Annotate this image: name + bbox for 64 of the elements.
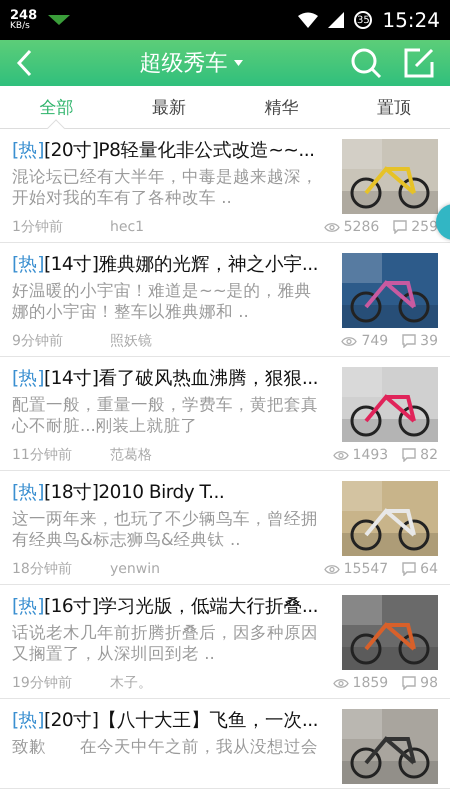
comment-icon	[402, 334, 416, 348]
post-summary: 配置一般，重量一般，学费车，黄把套真心不耐脏...刚装上就脏了	[12, 394, 319, 437]
post-title: [14寸]雅典娜的光辉，神之小宇...	[44, 254, 318, 275]
comment-count: 39	[420, 333, 438, 349]
eye-icon	[324, 564, 340, 574]
post-author: 照妖镜	[110, 332, 152, 350]
view-count: 1859	[352, 675, 388, 691]
tab[interactable]: 最新	[112, 86, 225, 128]
comment-icon	[402, 448, 416, 462]
caret-icon	[234, 60, 242, 66]
speed-unit: KB/s	[10, 22, 31, 31]
view-count: 749	[361, 333, 388, 349]
clock: 15:24	[382, 8, 440, 32]
view-count: 15547	[344, 561, 388, 577]
post-summary: 混论坛已经有大半年，中毒是越来越深，开始对我的车有了各种改车 ..	[12, 166, 319, 209]
comment-count: 259	[411, 219, 438, 235]
comment-count: 64	[420, 561, 438, 577]
comment-icon	[393, 220, 408, 234]
eye-icon	[332, 678, 349, 688]
post-summary: 话说老木几年前折腾折叠后，因多种原因又搁置了，从深圳回到老 ..	[12, 622, 319, 665]
post-row[interactable]: [热][14寸]看了破风热血沸腾，狠狠... 配置一般，重量一般，学费车，黄把套真心不耐脏...刚装上就脏了 11分钟前 范葛格 1493 82	[0, 357, 450, 471]
comment-count: 82	[420, 447, 438, 463]
post-author: 范葛格	[110, 446, 152, 464]
hot-tag: [热]	[12, 254, 44, 275]
post-title: [18寸]2010 Birdy T...	[44, 482, 224, 503]
post-time: 1分钟前	[12, 218, 64, 236]
post-title: [20寸]【八十大王】飞鱼，一次...	[44, 710, 318, 731]
post-time: 18分钟前	[12, 560, 73, 578]
eye-icon	[324, 222, 340, 232]
hot-tag: [热]	[12, 140, 44, 161]
comment-icon	[402, 676, 416, 690]
post-summary: 致歉 在今天中午之前，我从没想过会	[12, 736, 319, 758]
hot-tag: [热]	[12, 710, 44, 731]
post-author: yenwin	[110, 561, 160, 577]
tab[interactable]: 精华	[225, 86, 338, 128]
comment-icon	[402, 562, 416, 576]
post-time: 19分钟前	[12, 674, 73, 692]
post-summary: 这一两年来，也玩了不少辆鸟车，曾经拥有经典鸟&标志狮鸟&经典钛 ..	[12, 508, 319, 551]
post-row[interactable]: [热][14寸]雅典娜的光辉，神之小宇... 好温暖的小宇宙！难道是~~是的，雅典娜的小宇宙！整车以雅典娜和 .. 9分钟前 照妖镜 749 39	[0, 243, 450, 357]
post-row[interactable]: [热][20寸]【八十大王】飞鱼，一次... 致歉 在今天中午之前，我从没想过会	[0, 699, 450, 789]
hot-tag: [热]	[12, 482, 44, 503]
wifi-icon	[298, 12, 318, 28]
post-title: [20寸]P8轻量化非公式改造~~...	[44, 140, 314, 161]
post-row[interactable]: [热][18寸]2010 Birdy T... 这一两年来，也玩了不少辆鸟车，曾经拥有经典鸟&标志狮鸟&经典钛 .. 18分钟前 yenwin 15547 64	[0, 471, 450, 585]
tab[interactable]: 置顶	[338, 86, 450, 128]
post-summary: 好温暖的小宇宙！难道是~~是的，雅典娜的小宇宙！整车以雅典娜和 ..	[12, 280, 313, 323]
network-speed: 248	[10, 9, 38, 22]
eye-icon	[332, 450, 349, 460]
hot-tag: [热]	[12, 596, 44, 617]
hot-tag: [热]	[12, 368, 44, 389]
view-count: 5286	[344, 219, 380, 235]
post-author: hec1	[110, 219, 144, 235]
post-title: [16寸]学习光版，低端大行折叠...	[44, 596, 318, 617]
post-time: 9分钟前	[12, 332, 64, 350]
signal-icon	[328, 12, 344, 28]
battery-level: 35	[354, 11, 372, 29]
post-author: 木子。	[110, 674, 152, 692]
comment-count: 98	[420, 675, 438, 691]
view-count: 1493	[352, 447, 388, 463]
eye-icon	[341, 336, 358, 346]
post-time: 11分钟前	[12, 446, 73, 464]
post-row[interactable]: [热][16寸]学习光版，低端大行折叠... 话说老木几年前折腾折叠后，因多种原因又搁置了，从深圳回到老 .. 19分钟前 木子。 1859 98	[0, 585, 450, 699]
post-title: [14寸]看了破风热血沸腾，狠狠...	[44, 368, 318, 389]
post-row[interactable]: [热][20寸]P8轻量化非公式改造~~... 混论坛已经有大半年，中毒是越来越深，开始对我的车有了各种改车 .. 1分钟前 hec1 5286 259	[0, 129, 450, 243]
